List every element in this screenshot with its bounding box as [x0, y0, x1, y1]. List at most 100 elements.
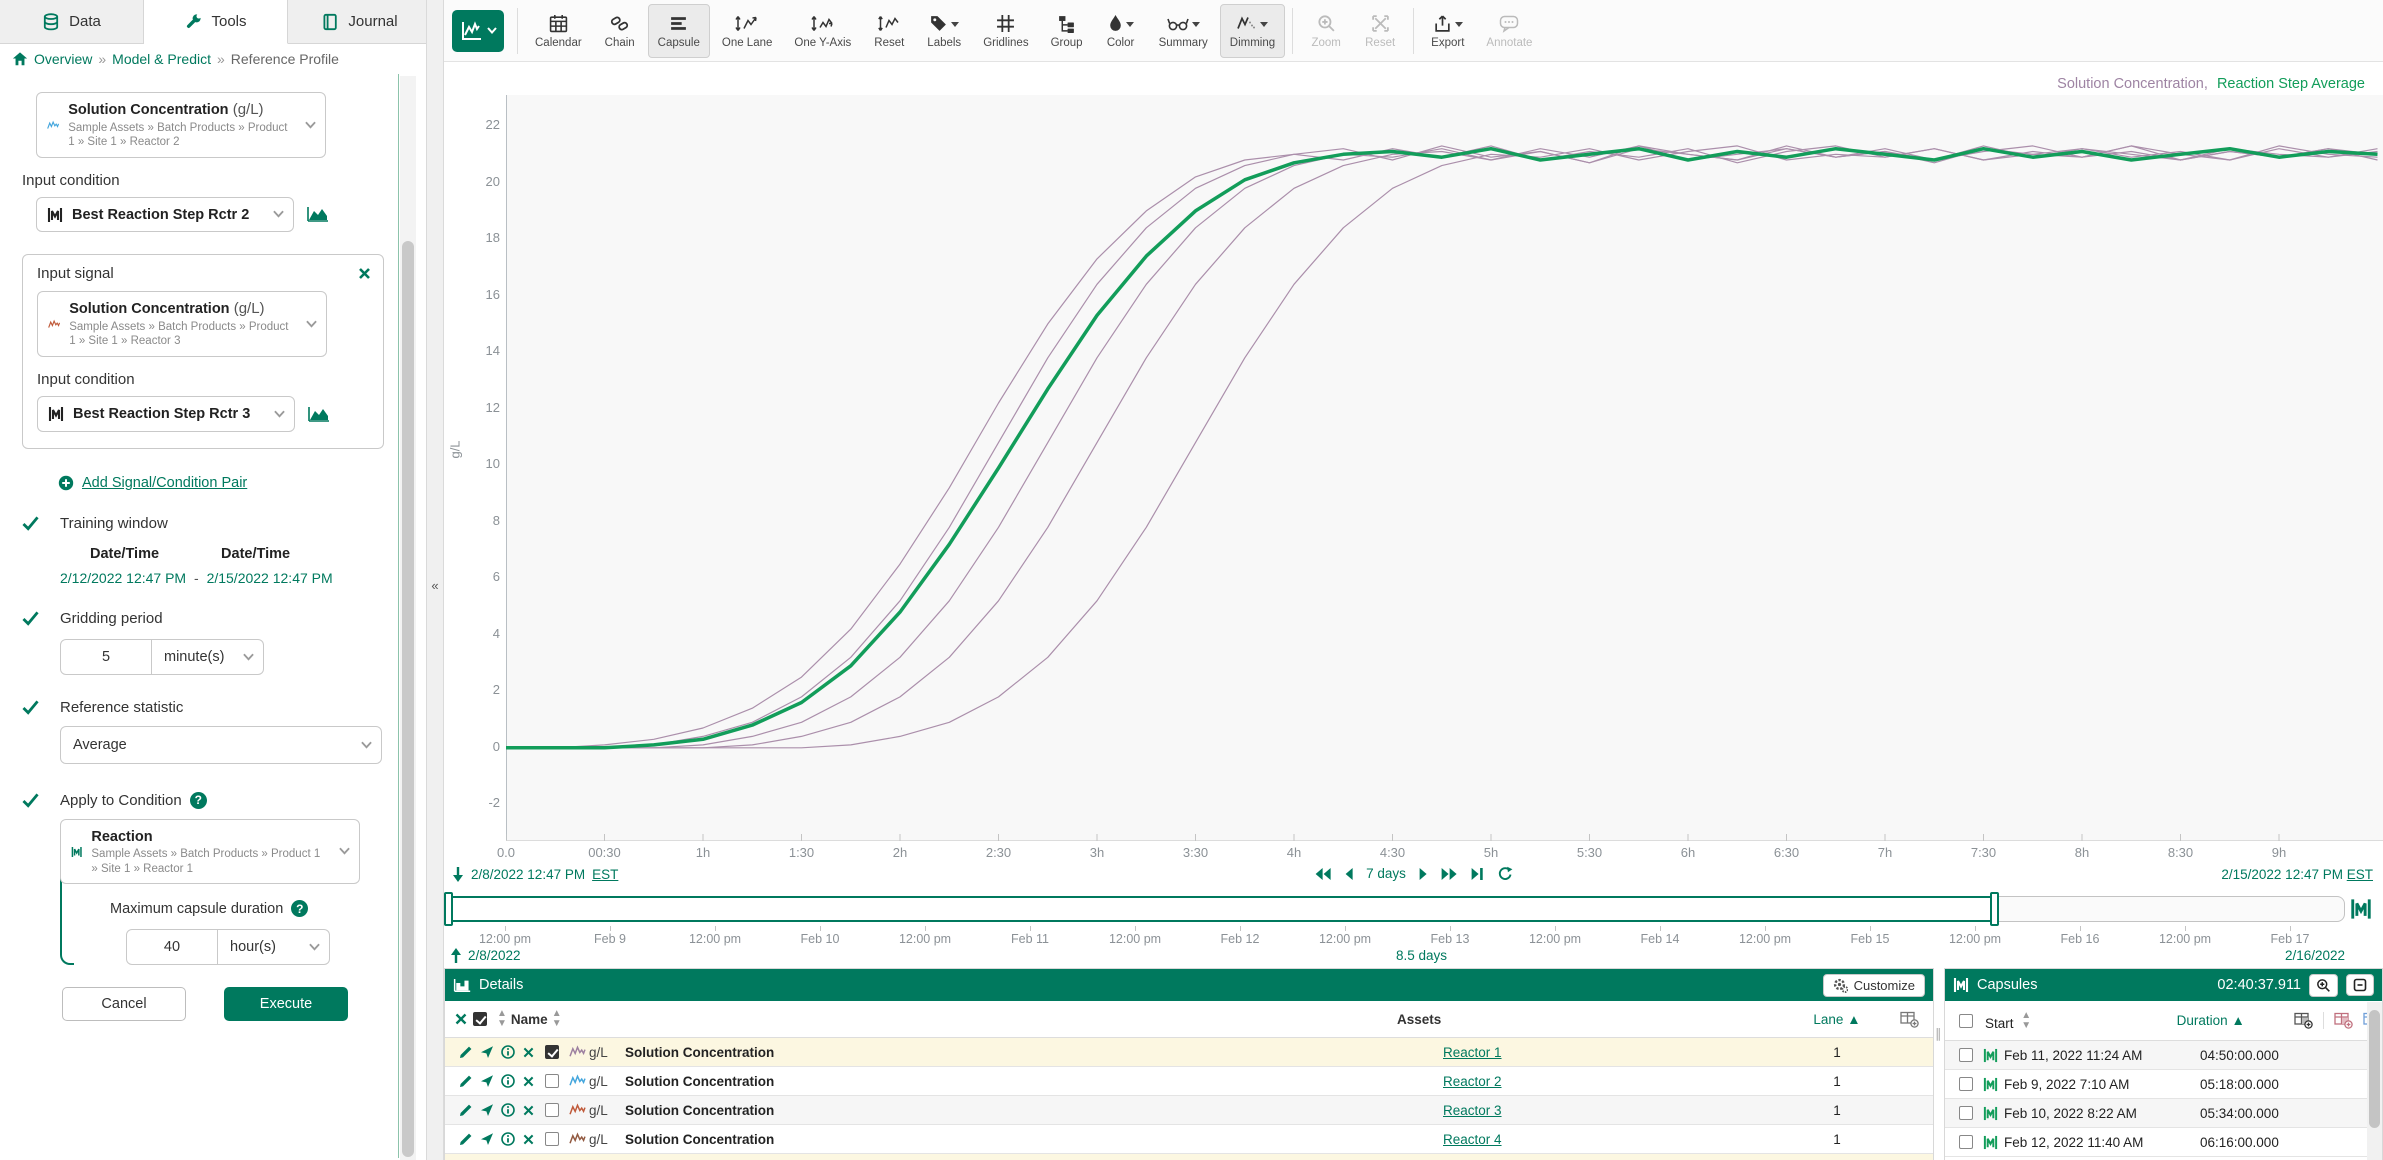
- row-checkbox[interactable]: [545, 1103, 559, 1117]
- range-duration-label[interactable]: 7 days: [1366, 866, 1406, 881]
- remove-icon[interactable]: [518, 1105, 539, 1116]
- scrubber-end-date[interactable]: 2/16/2022: [2285, 948, 2345, 963]
- select-all-capsules-checkbox[interactable]: [1959, 1014, 1973, 1028]
- skip-back-button[interactable]: [1314, 867, 1331, 881]
- timezone-link[interactable]: EST: [592, 867, 618, 882]
- scrubber-selected-range[interactable]: [448, 896, 1996, 922]
- forward-icon[interactable]: [476, 1045, 497, 1059]
- skip-to-end-button[interactable]: [1471, 867, 1484, 881]
- condition-trend-icon[interactable]: [307, 405, 331, 423]
- toolbar-export-button[interactable]: Export: [1421, 4, 1474, 58]
- display-range-start[interactable]: 2/8/2022 12:47 PM: [471, 867, 585, 882]
- scrubber-start-date[interactable]: 2/8/2022: [468, 948, 521, 963]
- capsules-scrollbar[interactable]: [2367, 1002, 2382, 1160]
- select-all-checkbox[interactable]: [473, 1012, 487, 1026]
- panel-drag-handle[interactable]: ∥: [1935, 1026, 1942, 1042]
- input-signal-select-2[interactable]: Solution Concentration (g/L) Sample Asse…: [37, 291, 327, 357]
- refresh-button[interactable]: [1497, 866, 1513, 881]
- input-condition-select-1[interactable]: Best Reaction Step Rctr 2: [36, 197, 294, 233]
- info-icon[interactable]: [497, 1074, 518, 1088]
- toolbar-capsule-button[interactable]: Capsule: [648, 4, 710, 58]
- edit-pencil-icon[interactable]: [455, 1132, 476, 1146]
- sort-icon[interactable]: ▲▼: [552, 1009, 562, 1029]
- collapse-sidebar-handle[interactable]: «: [428, 578, 442, 593]
- gridding-value-input[interactable]: 5: [60, 639, 152, 675]
- training-start[interactable]: 2/12/2022 12:47 PM: [60, 570, 186, 586]
- capsule-checkbox[interactable]: [1959, 1077, 1973, 1091]
- display-range-end[interactable]: 2/15/2022 12:47 PM: [2221, 867, 2343, 882]
- scrollbar-thumb[interactable]: [2369, 1010, 2380, 1128]
- info-icon[interactable]: [497, 1132, 518, 1146]
- max-duration-value-input[interactable]: 40: [126, 929, 218, 965]
- remove-pair-icon[interactable]: [358, 267, 371, 280]
- tab-journal[interactable]: Journal: [288, 0, 432, 44]
- reference-statistic-select[interactable]: Average: [60, 726, 382, 764]
- capsule-checkbox[interactable]: [1959, 1135, 1973, 1149]
- legend-reaction-step-average[interactable]: Reaction Step Average: [2217, 76, 2365, 92]
- row-name[interactable]: Solution Concentration: [625, 1074, 774, 1089]
- toolbar-group-button[interactable]: Group: [1041, 4, 1093, 58]
- toolbar-one-lane-button[interactable]: One Lane: [712, 4, 783, 58]
- skip-forward-button[interactable]: [1441, 867, 1458, 881]
- toolbar-color-button[interactable]: Color: [1095, 4, 1147, 58]
- asset-link[interactable]: Reactor 2: [1443, 1074, 1502, 1089]
- tab-tools[interactable]: Tools: [144, 0, 288, 44]
- forward-icon[interactable]: [476, 1074, 497, 1088]
- toolbar-one-y-axis-button[interactable]: One Y-Axis: [784, 4, 861, 58]
- scrubber-track[interactable]: [1996, 896, 2345, 922]
- asset-link[interactable]: Reactor 1: [1443, 1045, 1502, 1060]
- add-signal-condition-pair-link[interactable]: Add Signal/Condition Pair: [82, 475, 247, 491]
- tab-data[interactable]: Data: [0, 0, 144, 44]
- capsule-row[interactable]: Feb 12, 2022 11:40 AM 06:16:00.000: [1945, 1128, 2382, 1157]
- row-name[interactable]: Solution Concentration: [625, 1045, 774, 1060]
- capsule-row[interactable]: Feb 9, 2022 7:10 AM 05:18:00.000: [1945, 1070, 2382, 1099]
- breadcrumb-overview[interactable]: Overview: [34, 51, 92, 67]
- capsule-checkbox[interactable]: [1959, 1106, 1973, 1120]
- toolbar-calendar-button[interactable]: Calendar: [525, 4, 592, 58]
- toolbar-labels-button[interactable]: Labels: [917, 4, 971, 58]
- remove-all-icon[interactable]: [455, 1013, 467, 1025]
- remove-icon[interactable]: [518, 1076, 539, 1087]
- customize-button[interactable]: Customize: [1823, 974, 1925, 997]
- breadcrumb-model-predict[interactable]: Model & Predict: [112, 51, 211, 67]
- toolbar-chain-button[interactable]: Chain: [594, 4, 646, 58]
- remove-icon[interactable]: [518, 1047, 539, 1058]
- row-checkbox[interactable]: [545, 1132, 559, 1146]
- toolbar-summary-button[interactable]: Summary: [1149, 4, 1218, 58]
- details-row-reactor-3[interactable]: g/L Solution Concentration Reactor 3 1: [445, 1096, 1933, 1125]
- row-checkbox[interactable]: [545, 1045, 559, 1059]
- details-col-name[interactable]: Name: [511, 1012, 548, 1027]
- condition-trend-icon[interactable]: [306, 205, 330, 223]
- capsules-col-start[interactable]: Start ▲▼: [1985, 1011, 2177, 1031]
- add-stat-column-icon[interactable]: [2334, 1012, 2353, 1029]
- details-row-reactor-1[interactable]: g/L Solution Concentration Reactor 1 1: [445, 1038, 1933, 1067]
- toolbar-gridlines-button[interactable]: Gridlines: [973, 4, 1038, 58]
- info-icon[interactable]: [497, 1103, 518, 1117]
- sort-icon[interactable]: ▲▼: [497, 1009, 507, 1029]
- view-mode-button[interactable]: [452, 10, 504, 52]
- cancel-button[interactable]: Cancel: [62, 987, 186, 1021]
- forward-icon[interactable]: [476, 1103, 497, 1117]
- capsules-col-duration[interactable]: Duration ▲: [2177, 1013, 2294, 1028]
- capsule-row[interactable]: Feb 11, 2022 11:24 AM 04:50:00.000: [1945, 1041, 2382, 1070]
- details-col-lane[interactable]: Lane ▲: [1789, 1012, 1885, 1027]
- sidebar-scrollbar[interactable]: [400, 76, 416, 1160]
- add-column-icon[interactable]: [2294, 1012, 2324, 1029]
- plot-area[interactable]: [506, 95, 2383, 841]
- zoom-to-capsule-button[interactable]: [2309, 974, 2338, 997]
- row-name[interactable]: Solution Concentration: [625, 1132, 774, 1147]
- scrubber-right-handle[interactable]: [1990, 892, 1999, 926]
- training-end[interactable]: 2/15/2022 12:47 PM: [207, 570, 333, 586]
- help-icon[interactable]: ?: [190, 792, 207, 809]
- details-row-reactor-4[interactable]: g/L Solution Concentration Reactor 4 1: [445, 1125, 1933, 1154]
- details-col-assets[interactable]: Assets: [1397, 1012, 1789, 1027]
- details-row-reactor-2[interactable]: g/L Solution Concentration Reactor 2 1: [445, 1067, 1933, 1096]
- step-back-button[interactable]: [1344, 867, 1353, 881]
- edit-pencil-icon[interactable]: [455, 1045, 476, 1059]
- execute-button[interactable]: Execute: [224, 987, 348, 1021]
- input-condition-select-2[interactable]: Best Reaction Step Rctr 3: [37, 396, 295, 432]
- scrubber-left-handle[interactable]: [444, 892, 453, 926]
- timezone-link[interactable]: EST: [2347, 867, 2373, 882]
- input-signal-select-1[interactable]: Solution Concentration (g/L) Sample Asse…: [36, 92, 326, 158]
- apply-condition-select[interactable]: Reaction Sample Assets » Batch Products …: [60, 819, 360, 885]
